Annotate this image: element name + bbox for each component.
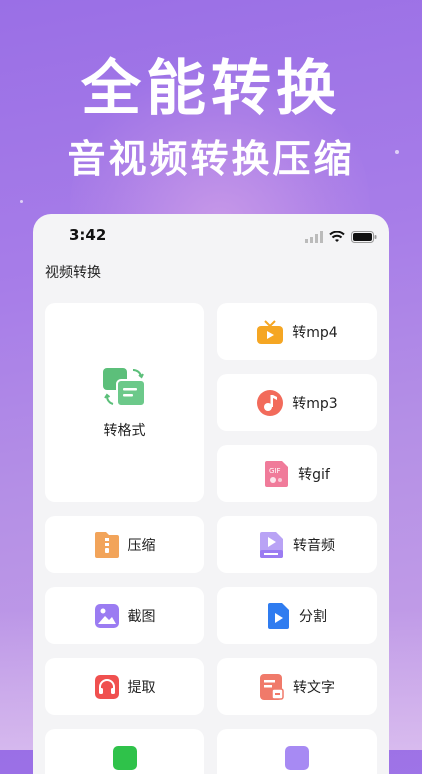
text-file-icon (259, 673, 285, 701)
headphones-icon (94, 674, 120, 700)
promo-subheadline: 音视频转换压缩 (67, 137, 355, 181)
phone-screen: 3:42 视频转换 转格式 转mp4 转mp3 GIF 转gif 压缩 转音频 … (33, 214, 389, 774)
convert-audio-label: 转音频 (293, 537, 335, 554)
convert-mp3-tile[interactable]: 转mp3 (217, 374, 377, 431)
convert-audio-tile[interactable]: 转音频 (217, 516, 377, 573)
screenshot-tile[interactable]: 截图 (45, 587, 204, 644)
status-time: 3:42 (69, 226, 107, 244)
convert-text-tile[interactable]: 转文字 (217, 658, 377, 715)
page-title: 视频转换 (45, 265, 101, 281)
list-item[interactable] (217, 729, 377, 774)
music-note-icon (256, 389, 284, 417)
audio-file-icon (259, 531, 285, 559)
split-label: 分割 (299, 608, 327, 625)
convert-mp4-tile[interactable]: 转mp4 (217, 303, 377, 360)
tv-icon (256, 319, 284, 345)
gif-icon: GIF (264, 460, 290, 488)
battery-icon (351, 228, 377, 247)
convert-mp3-label: 转mp3 (292, 395, 338, 412)
format-convert-icon (101, 366, 149, 410)
extract-label: 提取 (127, 679, 156, 696)
purple-tool-icon (284, 745, 310, 771)
zip-file-icon (94, 531, 120, 559)
convert-gif-tile[interactable]: GIF 转gif (217, 445, 377, 502)
green-tool-icon (112, 745, 138, 771)
wifi-icon (329, 228, 345, 247)
status-icons (305, 228, 377, 247)
promo-headline: 全能转换 (81, 54, 341, 124)
split-file-icon (267, 602, 291, 630)
convert-mp4-label: 转mp4 (292, 324, 338, 341)
signal-icon (305, 228, 323, 247)
compress-tile[interactable]: 压缩 (45, 516, 204, 573)
convert-text-label: 转文字 (293, 679, 335, 696)
compress-label: 压缩 (127, 537, 156, 554)
convert-gif-label: 转gif (298, 466, 330, 483)
format-convert-tile[interactable]: 转格式 (45, 303, 204, 502)
screenshot-label: 截图 (127, 608, 156, 625)
list-item[interactable] (45, 729, 204, 774)
image-icon (94, 603, 120, 629)
status-bar: 3:42 (33, 214, 389, 254)
format-convert-label: 转格式 (103, 422, 146, 439)
sparkle (20, 200, 23, 203)
svg-text:GIF: GIF (269, 467, 281, 475)
extract-tile[interactable]: 提取 (45, 658, 204, 715)
split-tile[interactable]: 分割 (217, 587, 377, 644)
